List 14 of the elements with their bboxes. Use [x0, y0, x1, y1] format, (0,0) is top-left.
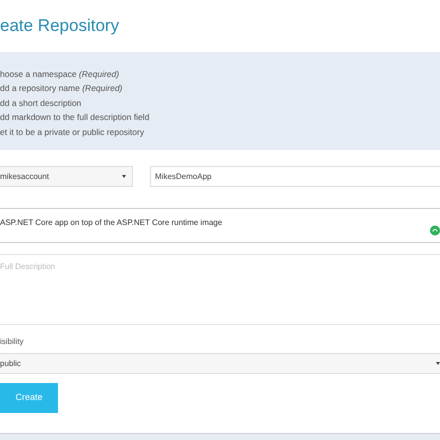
instruction-step: et it to be a private or public repository: [0, 126, 440, 138]
page-title: eate Repository: [0, 15, 120, 38]
caret-icon: [436, 362, 440, 365]
caret-icon: [122, 175, 126, 178]
namespace-select[interactable]: mikesaccount: [0, 166, 133, 187]
instruction-step: dd a repository name (Required): [0, 82, 440, 95]
full-description-field[interactable]: Full Description: [0, 254, 440, 325]
instruction-step: dd a short description: [0, 96, 440, 110]
visibility-select[interactable]: public: [0, 353, 440, 374]
instruction-step: dd markdown to the full description field: [0, 111, 440, 124]
visibility-label: isibility: [0, 337, 25, 347]
instruction-step: hoose a namespace (Required): [0, 68, 440, 80]
short-description-field[interactable]: ASP.NET Core app on top of the ASP.NET Core runtime image: [0, 214, 440, 232]
repository-name-field[interactable]: MikesDemoApp: [150, 166, 440, 187]
